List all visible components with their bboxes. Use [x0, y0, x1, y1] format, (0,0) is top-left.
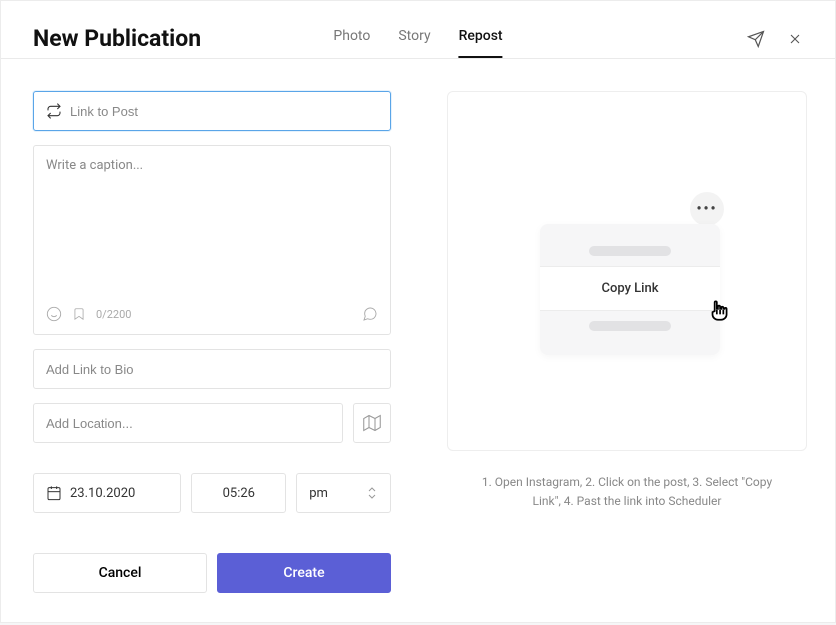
send-icon[interactable]: [747, 30, 765, 48]
placeholder-bar: [589, 246, 671, 256]
caption-counter: 0/2200: [96, 308, 131, 321]
link-to-post-field[interactable]: [33, 91, 391, 131]
tab-story[interactable]: Story: [398, 28, 430, 58]
bio-link-field[interactable]: [33, 349, 391, 389]
repost-icon: [46, 103, 62, 119]
map-button[interactable]: [353, 403, 391, 443]
caption-box: 0/2200: [33, 145, 391, 335]
comment-icon[interactable]: [362, 306, 378, 322]
header-actions: [747, 30, 803, 48]
preview-context-menu: Copy Link: [540, 224, 720, 355]
create-button[interactable]: Create: [217, 553, 391, 593]
time-field[interactable]: 05:26: [191, 473, 286, 513]
ampm-value: pm: [309, 486, 328, 501]
location-field[interactable]: [33, 403, 343, 443]
datetime-row: 23.10.2020 05:26 pm: [33, 473, 391, 513]
caption-footer: 0/2200: [46, 306, 378, 322]
close-icon[interactable]: [787, 31, 803, 47]
page-title: New Publication: [33, 25, 201, 52]
tab-repost[interactable]: Repost: [459, 28, 503, 58]
right-column: ••• Copy Link 1. Open Instagram, 2. Clic…: [447, 91, 807, 593]
instructions-text: 1. Open Instagram, 2. Click on the post,…: [467, 473, 787, 511]
date-field[interactable]: 23.10.2020: [33, 473, 181, 513]
placeholder-bar: [589, 321, 671, 331]
cancel-button[interactable]: Cancel: [33, 553, 207, 593]
tab-photo[interactable]: Photo: [333, 28, 370, 58]
ampm-field[interactable]: pm: [296, 473, 391, 513]
pointer-cursor-icon: [706, 296, 732, 324]
more-dots-icon: •••: [690, 192, 724, 226]
new-publication-modal: New Publication Photo Story Repost: [0, 0, 836, 623]
caption-textarea[interactable]: [46, 158, 378, 306]
modal-body: 0/2200: [1, 59, 835, 625]
map-icon: [363, 414, 381, 432]
left-column: 0/2200: [33, 91, 391, 593]
copy-link-row: Copy Link: [540, 266, 720, 311]
copy-link-label: Copy Link: [601, 281, 658, 296]
location-input[interactable]: [46, 416, 330, 431]
action-row: Cancel Create: [33, 553, 391, 593]
tabs: Photo Story Repost: [333, 28, 502, 58]
bio-link-input[interactable]: [46, 362, 378, 377]
link-input[interactable]: [70, 104, 378, 119]
stepper-icon[interactable]: [366, 485, 378, 501]
calendar-icon: [46, 485, 62, 501]
date-value: 23.10.2020: [70, 486, 135, 501]
bookmark-icon[interactable]: [72, 306, 86, 322]
modal-header: New Publication Photo Story Repost: [1, 1, 835, 59]
preview-card: ••• Copy Link: [447, 91, 807, 451]
emoji-icon[interactable]: [46, 306, 62, 322]
location-row: [33, 403, 391, 443]
time-value: 05:26: [223, 486, 255, 501]
